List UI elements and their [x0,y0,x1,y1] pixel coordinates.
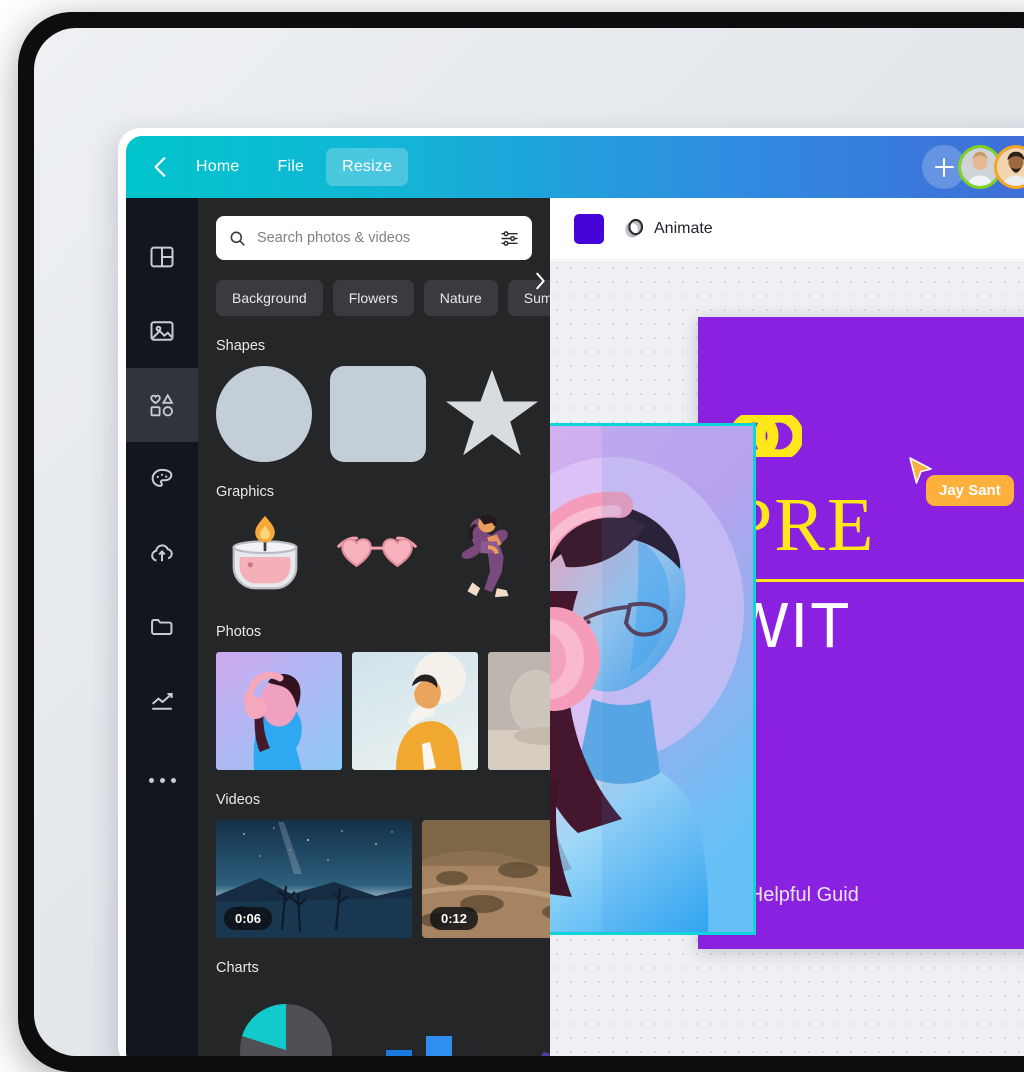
section-title-charts: Charts [216,960,259,976]
palette-icon [151,468,173,487]
chart-area[interactable] [524,988,550,1056]
elements-panel: Background Flowers Nature Summer Shapes … [198,198,550,1056]
rail-item-photos[interactable] [126,294,198,368]
shapes-row [198,366,550,462]
graphics-row [198,512,550,602]
rail-item-templates[interactable] [126,220,198,294]
video-duration: 0:12 [430,907,479,930]
left-tool-rail [126,198,198,1056]
selected-image-element[interactable] [550,423,756,935]
shape-rounded-square[interactable] [330,366,426,462]
search-box[interactable] [216,216,532,260]
rail-item-uploads[interactable] [126,516,198,590]
chevron-right-icon[interactable] [532,270,548,292]
design-canvas[interactable]: PRE WIT A Helpful Guid Jay Sant [550,261,1024,1056]
videos-row: 0:06 0:12 [198,820,550,938]
heart-sunglasses-graphic[interactable] [328,512,426,602]
color-swatch-button[interactable] [574,213,604,244]
chip-flowers[interactable]: Flowers [332,280,414,316]
rail-item-projects[interactable] [126,590,198,664]
section-title-videos: Videos [216,792,261,808]
more-dots-icon [148,777,176,783]
chevron-left-icon[interactable] [148,154,174,180]
video-duration: 0:06 [224,907,273,930]
search-icon [230,231,245,246]
animate-button[interactable]: Animate [622,217,713,240]
avatar[interactable] [994,145,1024,189]
sliders-icon[interactable] [499,228,520,249]
editor-area: Animate PRE WIT A Helpful Guid Jay Sant [550,198,1024,1056]
filter-chips: Background Flowers Nature Summer [198,260,550,316]
upload-cloud-icon [151,544,173,562]
photo-woman-headphones[interactable] [216,652,342,770]
top-navigation-bar: Home File Resize [126,136,1024,198]
candle-graphic[interactable] [216,512,314,602]
collaborator-cursor-jay: Jay Sant [907,456,1014,506]
line-chart-icon [152,693,173,710]
rail-item-more[interactable] [126,738,198,812]
chip-nature[interactable]: Nature [423,280,498,316]
chart-bar[interactable] [370,988,510,1056]
nav-item-resize[interactable]: Resize [326,148,409,186]
rail-item-charts[interactable] [126,664,198,738]
app-window-inner: Home File Resize Search photos & videos … [126,136,1024,1056]
app-window: Home File Resize Search photos & videos … [118,128,1024,1056]
rail-item-elements[interactable] [126,368,198,442]
image-icon [150,321,174,341]
collaborators-group [922,145,1024,189]
folder-icon [151,619,173,635]
shape-circle[interactable] [216,366,312,462]
animate-label: Animate [654,219,713,237]
rail-item-styles[interactable] [126,442,198,516]
nav-item-home[interactable]: Home [180,148,255,186]
video-desert-landscape[interactable]: 0:12 [422,820,550,938]
charts-row [198,988,550,1056]
device-frame: Home File Resize Search photos & videos … [18,12,1024,1072]
photo-still-life[interactable] [488,652,550,770]
section-title-photos: Photos [216,624,262,640]
cursor-label: Jay Sant [926,475,1014,506]
search-input[interactable] [257,230,489,246]
section-title-graphics: Graphics [216,484,275,500]
photo-man-orange-jacket[interactable] [352,652,478,770]
device-screen: Home File Resize Search photos & videos … [34,28,1024,1056]
editor-toolbar: Animate [550,198,1024,260]
animate-icon [625,218,644,238]
chart-pie[interactable] [216,988,356,1056]
elements-icon [150,393,174,417]
templates-icon [150,246,174,268]
design-divider [730,579,1024,582]
fitness-figure-graphic[interactable] [440,512,538,602]
section-title-shapes: Shapes [216,338,266,354]
video-night-sky-lake[interactable]: 0:06 [216,820,412,938]
search-row [198,198,550,260]
shape-star[interactable] [444,366,540,462]
photos-row [198,652,550,770]
chip-background[interactable]: Background [216,280,323,316]
nav-item-file[interactable]: File [261,148,320,186]
